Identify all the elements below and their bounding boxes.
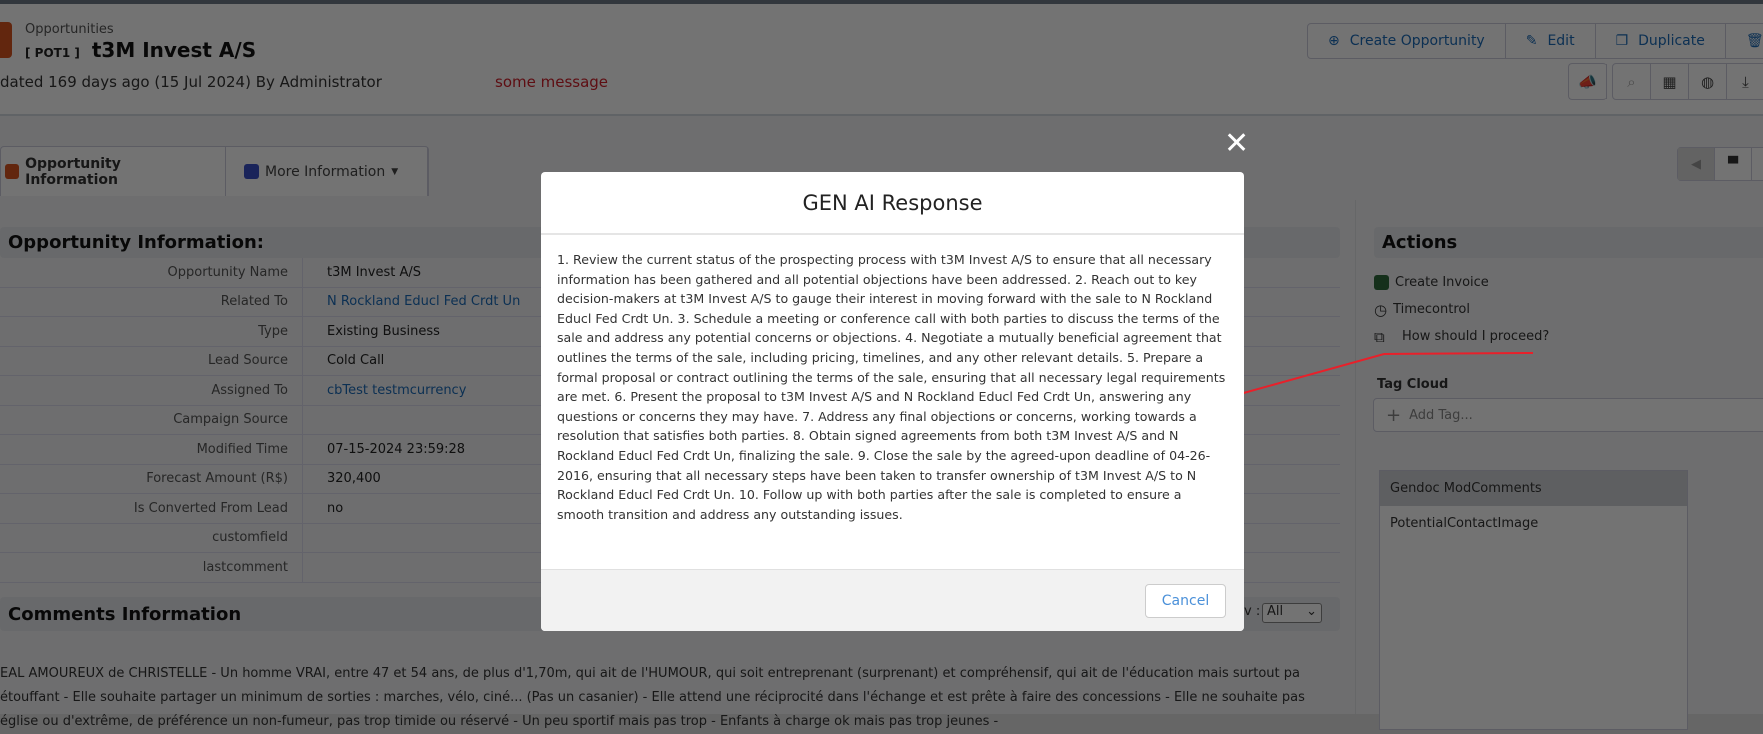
plus-circle-icon: ⊕: [1328, 33, 1340, 49]
field-value[interactable]: N Rockland Educl Fed Crdt Un: [303, 294, 520, 309]
previous-record-icon[interactable]: ◀: [1678, 148, 1715, 180]
tag-cloud-title: Tag Cloud: [1377, 377, 1449, 392]
record-prefix: [ POT1 ]: [25, 46, 80, 60]
gendoc-item[interactable]: PotentialContactImage: [1380, 506, 1687, 540]
edit-button[interactable]: ✎ Edit: [1506, 24, 1596, 58]
globe-icon[interactable]: ◍: [1689, 64, 1727, 99]
icon-toolbar: ⌕ ▦ ◍ ⤓ ⤒: [1612, 63, 1763, 100]
field-value: t3M Invest A/S: [327, 264, 422, 280]
record-tabs: Opportunity Information More Information…: [0, 146, 429, 196]
display-icon[interactable]: ▀: [1715, 148, 1752, 180]
record-navigation: ◀ ▀ ▶: [1677, 147, 1763, 181]
field-label: customfield: [0, 523, 303, 552]
external-edit-icon: ⧉: [1374, 327, 1385, 346]
gendoc-panel: Gendoc ModComments PotentialContactImage: [1379, 470, 1688, 730]
record-header: [0, 4, 1763, 116]
header-button-group: ⊕Create Opportunity ✎Edit ❐Duplicate 🗑De: [1307, 23, 1763, 59]
header-message: some message: [495, 73, 609, 91]
copy-icon: ❐: [1615, 33, 1629, 49]
field-label: Lead Source: [0, 346, 303, 375]
plus-icon: +: [1386, 404, 1402, 426]
field-value: 07-15-2024 23:59:28: [327, 441, 466, 457]
crown-icon: [5, 164, 20, 179]
field-label: Is Converted From Lead: [0, 494, 303, 523]
download-icon[interactable]: ⤓: [1727, 64, 1763, 99]
tab-opportunity-information[interactable]: Opportunity Information: [1, 147, 226, 196]
search-icon[interactable]: ⌕: [1613, 64, 1651, 99]
clock-icon: ◷: [1374, 300, 1388, 319]
field-label: Campaign Source: [0, 405, 303, 434]
trash-icon: 🗑: [1745, 33, 1763, 49]
calendar-icon[interactable]: ▦: [1651, 64, 1689, 99]
create-invoice-action[interactable]: Create Invoice: [1374, 269, 1549, 296]
field-label: Related To: [0, 287, 303, 316]
modal-title: GEN AI Response: [541, 172, 1244, 235]
field-label: Assigned To: [0, 376, 303, 405]
show-select[interactable]: All ⌄: [1262, 603, 1322, 623]
updated-info: dated 169 days ago (15 Jul 2024) By Admi…: [0, 73, 382, 91]
modal-body: 1. Review the current status of the pros…: [557, 252, 1226, 522]
field-value: Cold Call: [327, 353, 385, 369]
field-label: Type: [0, 317, 303, 346]
column-divider: [1355, 200, 1356, 714]
duplicate-button[interactable]: ❐ Duplicate: [1596, 24, 1726, 58]
chevron-down-icon: ⌄: [1306, 604, 1317, 619]
gen-ai-response-modal: GEN AI Response 1. Review the current st…: [541, 172, 1244, 631]
field-value[interactable]: cbTest testmcurrency: [303, 383, 466, 398]
cancel-button[interactable]: Cancel: [1145, 584, 1226, 618]
field-label: lastcomment: [0, 553, 303, 582]
next-record-icon[interactable]: ▶: [1752, 148, 1763, 180]
add-tag-input[interactable]: + Add Tag...: [1373, 398, 1763, 432]
show-label: v :: [1244, 604, 1261, 619]
tab-more-information[interactable]: More Information ▼: [226, 147, 428, 196]
how-should-i-proceed-action[interactable]: ⧉ How should I proceed?: [1374, 323, 1549, 350]
modal-footer: Cancel: [541, 569, 1244, 631]
actions-list: Create Invoice ◷ Timecontrol ⧉ How should …: [1374, 269, 1549, 350]
actions-title: Actions: [1374, 227, 1763, 258]
record-title: t3M Invest A/S: [91, 38, 257, 62]
field-label: Opportunity Name: [0, 258, 303, 287]
module-breadcrumb[interactable]: Opportunities: [25, 22, 114, 37]
field-value: 320,400: [327, 471, 381, 487]
close-icon[interactable]: ✕: [1224, 129, 1249, 159]
pencil-icon: ✎: [1525, 33, 1538, 49]
comment-text: EAL AMOUREUX de CHRISTELLE - Un homme VR…: [0, 666, 1305, 729]
caret-down-icon: ▼: [391, 166, 399, 177]
field-label: Modified Time: [0, 435, 303, 464]
invoice-icon: [1374, 275, 1389, 290]
opportunity-module-icon: [0, 22, 12, 58]
field-label: Forecast Amount (R$): [0, 464, 303, 493]
create-opportunity-button[interactable]: ⊕ Create Opportunity: [1308, 24, 1506, 58]
megaphone-icon[interactable]: 📣: [1569, 64, 1607, 99]
delete-button[interactable]: 🗑De: [1726, 24, 1763, 58]
more-dots-icon: [244, 164, 259, 179]
timecontrol-action[interactable]: ◷ Timecontrol: [1374, 296, 1549, 323]
field-value: Existing Business: [327, 323, 440, 339]
field-value: no: [327, 500, 344, 516]
megaphone-button-wrap: 📣: [1568, 63, 1607, 100]
gendoc-header: Gendoc ModComments: [1380, 471, 1687, 506]
